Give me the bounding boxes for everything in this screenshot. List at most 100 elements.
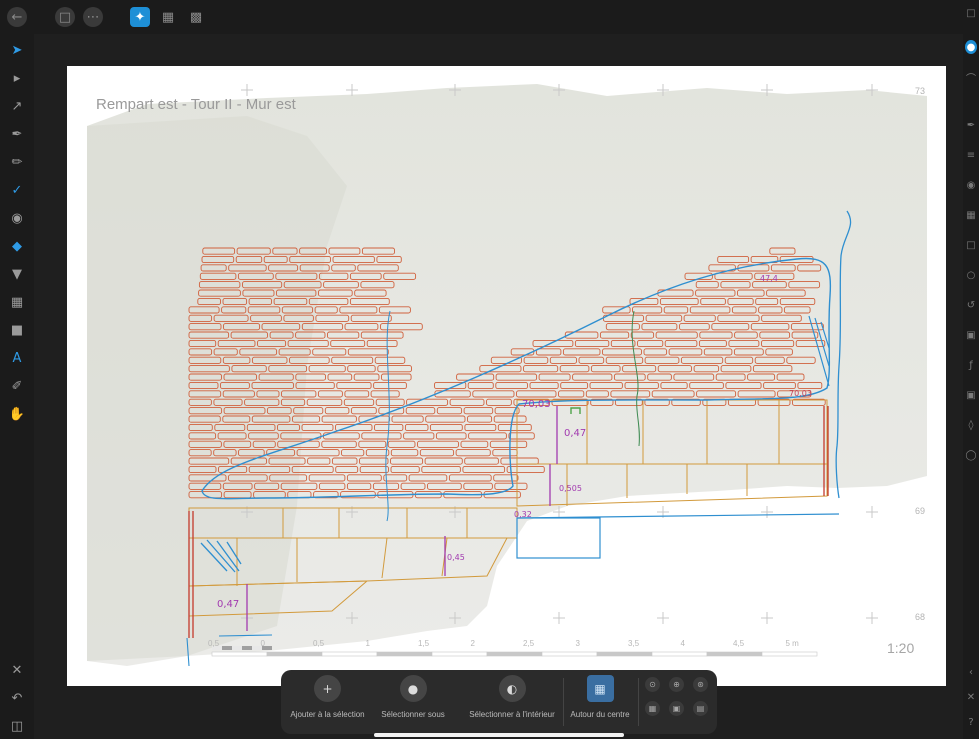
document-icon[interactable]: □ bbox=[55, 7, 75, 27]
select-under-button[interactable]: ● Sélectionner sous bbox=[369, 675, 457, 719]
close-icon[interactable]: ✕ bbox=[7, 660, 27, 680]
scale-bar-tick bbox=[242, 646, 252, 650]
scale-bar-segment bbox=[761, 651, 818, 657]
trash-icon[interactable]: ◫ bbox=[7, 716, 27, 736]
select-under-label: Sélectionner sous bbox=[381, 710, 445, 719]
scale-ratio: 1:20 bbox=[887, 640, 915, 656]
snap-crosshair-icon[interactable]: ⊕ bbox=[669, 677, 684, 692]
grid-cross bbox=[866, 506, 878, 518]
close-panel-icon[interactable]: ✕ bbox=[965, 690, 977, 704]
annotation: 0,505 bbox=[559, 484, 582, 493]
export-persona-icon[interactable]: ▩ bbox=[186, 7, 206, 27]
scale-bar-segment bbox=[596, 651, 653, 657]
scale-label: 2 bbox=[470, 639, 475, 648]
grid-cross bbox=[761, 506, 773, 518]
fit-icon[interactable]: ▣ bbox=[669, 701, 684, 716]
shape-tool-icon[interactable]: ■ bbox=[7, 320, 27, 340]
toolbar-separator bbox=[638, 678, 639, 726]
add-to-selection-button[interactable]: + Ajouter à la sélection bbox=[285, 675, 370, 719]
constraints-panel-icon[interactable]: ▣ bbox=[965, 328, 977, 342]
scale-label: 3 bbox=[575, 639, 580, 648]
scale-label: 1 bbox=[365, 639, 370, 648]
select-inside-button[interactable]: ◐ Sélectionner à l'intérieur bbox=[457, 675, 567, 719]
annotation: 70,03 bbox=[789, 389, 812, 398]
text-tool-icon[interactable]: A bbox=[7, 348, 27, 368]
history-panel-icon[interactable]: ▣ bbox=[965, 388, 977, 402]
around-center-button[interactable]: ▦ Autour du centre bbox=[565, 675, 635, 719]
grid-cross bbox=[866, 612, 878, 624]
pencil-tool-icon[interactable]: ✏ bbox=[7, 152, 27, 172]
grid-cross bbox=[553, 612, 565, 624]
color-picker-icon[interactable]: ✐ bbox=[7, 376, 27, 396]
scale-bar-segment bbox=[321, 651, 378, 657]
scale-label: 0,5 bbox=[313, 639, 325, 648]
assets-panel-icon[interactable]: ▦ bbox=[965, 208, 977, 222]
swatches-panel-icon[interactable]: ◊ bbox=[965, 418, 977, 432]
more-icon[interactable]: ⋯ bbox=[83, 7, 103, 27]
app-window: ← □ ⋯ ✦ ▦ ▩ ➤ ▸ ↗ ✒ ✏ ✓ ◉ ◆ ▼ ▦ ■ A ✐ ✋ … bbox=[0, 0, 979, 739]
crop-tool-icon[interactable]: ▦ bbox=[7, 292, 27, 312]
back-icon[interactable]: ← bbox=[7, 7, 27, 27]
document-canvas[interactable]: Rempart est - Tour II - Mur est 73 69 68… bbox=[67, 66, 946, 686]
scale-bar-segment bbox=[376, 651, 433, 657]
node-tool-icon[interactable]: ▸ bbox=[7, 68, 27, 88]
wall-drawing bbox=[87, 84, 927, 667]
tools-panel: ➤ ▸ ↗ ✒ ✏ ✓ ◉ ◆ ▼ ▦ ■ A ✐ ✋ ✕ ↶ ◫ bbox=[0, 34, 34, 739]
transform-origin-icon[interactable]: ⊙ bbox=[645, 677, 660, 692]
scale-icon[interactable]: ⊛ bbox=[693, 677, 708, 692]
scale-bar-segment bbox=[651, 651, 708, 657]
level-label: 73 bbox=[915, 86, 926, 96]
effects-panel-icon[interactable]: ◉ bbox=[965, 178, 977, 192]
annotation: 47,4 bbox=[760, 274, 778, 283]
scale-bar-segment bbox=[266, 651, 323, 657]
select-under-icon: ● bbox=[399, 675, 427, 702]
select-inside-icon: ◐ bbox=[498, 675, 526, 702]
annotation: 0,45 bbox=[447, 553, 465, 562]
color-panel-icon[interactable]: ● bbox=[965, 40, 977, 54]
place-tool-icon[interactable]: ▼ bbox=[7, 264, 27, 284]
bounding-box-icon[interactable]: ▦ bbox=[645, 701, 660, 716]
top-toolbar: ← □ ⋯ ✦ ▦ ▩ bbox=[0, 0, 979, 34]
around-center-label: Autour du centre bbox=[570, 710, 630, 719]
annotation: 0,32 bbox=[514, 510, 532, 519]
layers-panel-icon[interactable]: ≡ bbox=[965, 148, 977, 162]
move-tool-icon[interactable]: ➤ bbox=[7, 40, 27, 60]
scale-label: 5 m bbox=[785, 639, 799, 648]
scale-label: 4 bbox=[680, 639, 685, 648]
annotation: 0,47 bbox=[217, 599, 240, 610]
align-panel-icon[interactable]: ◯ bbox=[965, 448, 977, 462]
grid-cross bbox=[346, 84, 358, 96]
transparency-tool-icon[interactable]: ◆ bbox=[7, 236, 27, 256]
transform-panel-icon[interactable]: □ bbox=[965, 238, 977, 252]
scale-bar-segment bbox=[486, 651, 543, 657]
plus-icon: + bbox=[314, 675, 341, 702]
navigator-panel-icon[interactable]: ○ bbox=[965, 268, 977, 282]
select-inside-label: Sélectionner à l'intérieur bbox=[469, 710, 555, 719]
scale-label: 4,5 bbox=[733, 639, 745, 648]
scale-bar-segment bbox=[211, 651, 268, 657]
level-label: 69 bbox=[915, 506, 926, 516]
scale-label: 0 bbox=[260, 639, 265, 648]
brush-panel-icon[interactable]: ✒ bbox=[965, 118, 977, 132]
page-title: Rempart est - Tour II - Mur est bbox=[96, 96, 296, 113]
pen-tool-icon[interactable]: ✒ bbox=[7, 124, 27, 144]
text-style-panel-icon[interactable]: ƒ bbox=[965, 358, 977, 372]
document-panel-icon[interactable]: □ bbox=[965, 6, 977, 20]
help-icon[interactable]: ? bbox=[965, 715, 977, 729]
fill-tool-icon[interactable]: ◉ bbox=[7, 208, 27, 228]
undo-icon[interactable]: ↶ bbox=[7, 688, 27, 708]
symbols-panel-icon[interactable]: ↺ bbox=[965, 298, 977, 312]
annotation: 0,47 bbox=[564, 428, 587, 439]
grid-cross bbox=[657, 612, 669, 624]
pixel-persona-icon[interactable]: ▦ bbox=[158, 7, 178, 27]
hand-tool-icon[interactable]: ✋ bbox=[7, 404, 27, 424]
corner-tool-icon[interactable]: ↗ bbox=[7, 96, 27, 116]
home-indicator bbox=[374, 733, 624, 737]
designer-persona-icon[interactable]: ✦ bbox=[130, 7, 150, 27]
studio-panel: □ ● ⌒ ✒ ≡ ◉ ▦ □ ○ ↺ ▣ ƒ ▣ ◊ ◯ ‹ ✕ ? bbox=[963, 0, 979, 739]
snapping-icon[interactable]: ‹ bbox=[965, 665, 977, 679]
stroke-panel-icon[interactable]: ⌒ bbox=[965, 70, 977, 85]
scale-label: 3,5 bbox=[628, 639, 640, 648]
vector-brush-tool-icon[interactable]: ✓ bbox=[7, 180, 27, 200]
lock-icon[interactable]: ▤ bbox=[693, 701, 708, 716]
